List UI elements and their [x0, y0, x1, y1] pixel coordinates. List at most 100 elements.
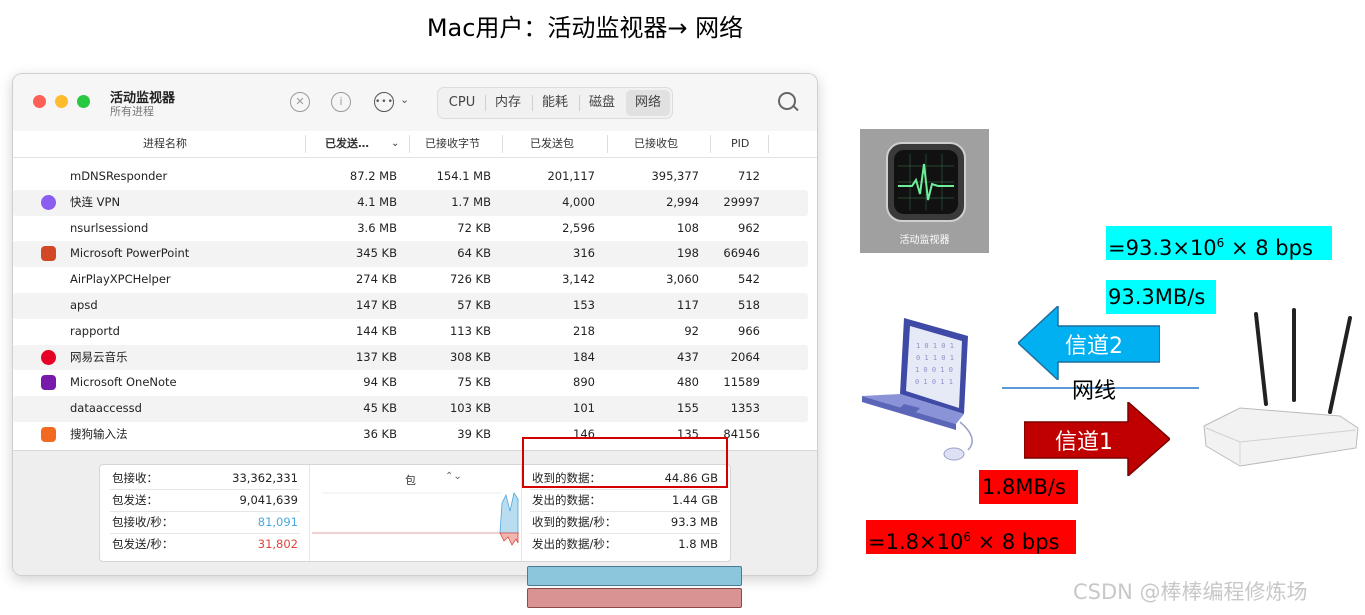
packets-graph — [312, 491, 519, 546]
data-stat-value: 1.8 MB — [678, 537, 718, 551]
cell-name: dataaccessd — [70, 401, 142, 416]
cell-recv-packets: 480 — [677, 375, 699, 390]
cell-sent-bytes: 36 KB — [363, 427, 397, 441]
tab-cpu[interactable]: CPU — [444, 90, 480, 116]
cell-recv-bytes: 154.1 MB — [436, 169, 491, 183]
window-subtitle: 所有进程 — [110, 105, 154, 118]
window-toolbar: 活动监视器 所有进程 ✕ i ••• ⌄ CPU 内存 能耗 磁盘 网络 — [13, 74, 817, 132]
cell-recv-packets: 395,377 — [651, 169, 699, 183]
cell-sent-packets: 201,117 — [547, 169, 595, 183]
packet-stat-label: 包发送： — [112, 493, 158, 507]
cell-sent-bytes: 147 KB — [355, 298, 397, 312]
minimize-window-button[interactable] — [55, 95, 68, 108]
cell-sent-packets: 218 — [573, 323, 595, 338]
table-row[interactable]: AirPlayXPCHelper 274 KB 726 KB 3,142 3,060 54… — [13, 267, 808, 293]
table-row[interactable]: Microsoft PowerPoint 345 KB 64 KB 316 198 669… — [13, 241, 808, 268]
cell-recv-bytes: 1.7 MB — [451, 194, 491, 209]
activity-monitor-app-tile: 活动监视器 — [860, 129, 989, 253]
cell-name: rapportd — [70, 323, 120, 338]
cell-recv-packets: 2,994 — [666, 194, 699, 209]
cell-name: nsurlsessiond — [70, 220, 149, 235]
cell-pid: 542 — [738, 272, 760, 287]
column-pid[interactable]: PID — [731, 131, 749, 157]
tab-memory[interactable]: 内存 — [489, 90, 527, 116]
cell-name: 快连 VPN — [70, 194, 121, 209]
cell-pid: 966 — [738, 323, 760, 338]
table-row[interactable]: 网易云音乐 137 KB 308 KB 184 437 2064 — [13, 344, 808, 371]
table-row[interactable]: Microsoft OneNote 94 KB 75 KB 890 480 11589 — [13, 370, 808, 396]
sort-chevron-icon[interactable]: ⌄ — [391, 131, 399, 157]
cell-recv-bytes: 72 KB — [457, 220, 491, 235]
close-window-button[interactable] — [33, 95, 46, 108]
cell-recv-bytes: 103 KB — [449, 401, 491, 416]
more-options-icon[interactable]: ••• — [374, 92, 394, 112]
packet-stat-row: 包发送/秒： 31,802 — [112, 533, 298, 555]
tab-network[interactable]: 网络 — [626, 90, 670, 116]
packet-stat-row: 包接收/秒： 81,091 — [112, 511, 298, 533]
cell-recv-packets: 108 — [677, 220, 699, 235]
table-header: 进程名称 已发送… ⌄ 已接收字节 已发送包 已接收包 PID — [13, 131, 817, 158]
chevron-down-icon[interactable]: ⌄ — [400, 93, 409, 106]
cell-sent-packets: 316 — [573, 246, 595, 261]
column-received-bytes[interactable]: 已接收字节 — [425, 131, 480, 157]
send-bps-label: =1.8×106 × 8 bps — [866, 520, 1076, 554]
packet-stat-label: 包接收： — [112, 471, 158, 485]
onenote-icon — [41, 375, 56, 391]
cell-pid: 11589 — [723, 375, 760, 390]
cell-sent-bytes: 3.6 MB — [357, 220, 397, 235]
table-row[interactable]: 快连 VPN 4.1 MB 1.7 MB 4,000 2,994 29997 — [13, 189, 808, 216]
stop-process-icon[interactable]: ✕ — [290, 92, 310, 112]
data-stat-label: 收到的数据/秒： — [532, 515, 617, 529]
table-row[interactable]: nsurlsessiond 3.6 MB 72 KB 2,596 108 962 — [13, 216, 808, 242]
cell-sent-bytes: 144 KB — [355, 323, 397, 338]
column-sent-packets[interactable]: 已发送包 — [530, 131, 574, 157]
cell-name: 搜狗输入法 — [70, 427, 128, 441]
table-row[interactable]: apsd 147 KB 57 KB 153 117 518 — [13, 293, 808, 319]
cell-pid: 1353 — [730, 401, 760, 416]
search-icon[interactable] — [778, 92, 796, 110]
cell-sent-bytes: 94 KB — [363, 375, 397, 390]
table-row[interactable]: mDNSResponder 87.2 MB 154.1 MB 201,117 395,3… — [13, 164, 808, 190]
cell-pid: 712 — [738, 169, 760, 183]
cell-pid: 2064 — [730, 349, 760, 364]
column-process-name[interactable]: 进程名称 — [143, 131, 187, 157]
column-sent-bytes[interactable]: 已发送… — [325, 131, 369, 157]
data-stat-row: 收到的数据/秒： 93.3 MB — [532, 511, 718, 533]
info-icon[interactable]: i — [331, 92, 351, 112]
cell-sent-packets: 4,000 — [562, 194, 595, 209]
cell-sent-packets: 153 — [573, 298, 595, 312]
received-rate-bar — [527, 566, 742, 586]
cell-recv-bytes: 57 KB — [457, 298, 491, 312]
channel-2-label: 信道2 — [1065, 334, 1123, 359]
svg-text:0 1 1 0 1: 0 1 1 0 1 — [916, 354, 954, 362]
network-cable-label: 网线 — [1072, 379, 1117, 404]
cell-recv-bytes: 308 KB — [449, 349, 491, 364]
packet-stat-row: 包发送： 9,041,639 — [112, 489, 298, 511]
cell-recv-packets: 92 — [684, 323, 699, 338]
cell-sent-bytes: 45 KB — [363, 401, 397, 416]
sent-graph-area — [499, 532, 519, 546]
column-received-packets[interactable]: 已接收包 — [634, 131, 678, 157]
tab-disk[interactable]: 磁盘 — [583, 90, 621, 116]
cell-name: Microsoft PowerPoint — [70, 246, 190, 261]
watermark: CSDN @棒棒编程修炼场 — [1073, 580, 1308, 604]
table-row[interactable]: rapportd 144 KB 113 KB 218 92 966 — [13, 319, 808, 345]
laptop-illustration: 1 0 1 0 1 0 1 1 0 1 1 0 0 1 0 0 1 0 1 1 — [862, 318, 973, 461]
cell-sent-bytes: 274 KB — [355, 272, 397, 287]
cell-sent-bytes: 345 KB — [355, 246, 397, 261]
cell-pid: 29997 — [723, 194, 760, 209]
cell-recv-packets: 155 — [677, 401, 699, 416]
cell-name: apsd — [70, 298, 98, 312]
packet-stat-value: 81,091 — [257, 515, 298, 529]
tab-energy[interactable]: 能耗 — [536, 90, 574, 116]
zoom-window-button[interactable] — [77, 95, 90, 108]
send-rate-label: 1.8MB/s — [979, 470, 1078, 504]
cell-recv-packets: 437 — [677, 349, 699, 364]
data-stat-value: 93.3 MB — [670, 515, 718, 529]
cell-name: AirPlayXPCHelper — [70, 272, 171, 287]
cell-sent-packets: 184 — [573, 349, 595, 364]
cell-recv-bytes: 113 KB — [449, 323, 491, 338]
graph-selector-icon[interactable]: ⌃⌄ — [445, 471, 462, 482]
table-row[interactable]: dataaccessd 45 KB 103 KB 101 155 1353 — [13, 396, 808, 422]
cell-sent-packets: 101 — [573, 401, 595, 416]
